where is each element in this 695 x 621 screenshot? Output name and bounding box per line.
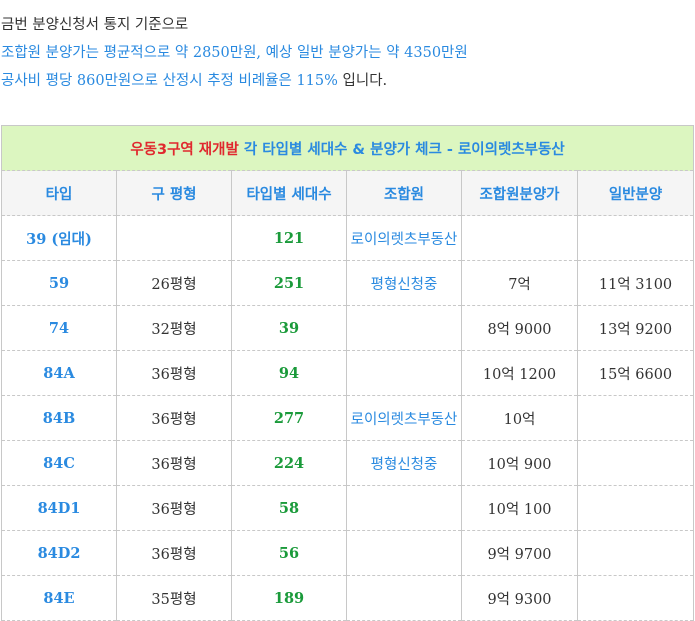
cell-type: 84D2 xyxy=(1,530,117,576)
cell-union xyxy=(346,575,462,621)
cell-union: 평형신청중 xyxy=(346,440,462,486)
cell-old-pyeong xyxy=(116,215,232,261)
cell-units: 189 xyxy=(231,575,347,621)
header-units: 타입별 세대수 xyxy=(231,170,347,216)
cell-units: 58 xyxy=(231,485,347,531)
cell-general-price xyxy=(576,440,695,486)
cell-units: 251 xyxy=(231,260,347,306)
table-header-row: 타입 구 평형 타입별 세대수 조합원 조합원분양가 일반분양 xyxy=(1,170,695,216)
cell-old-pyeong: 35평형 xyxy=(116,575,232,621)
cell-union xyxy=(346,305,462,351)
cell-union-price: 7억 xyxy=(461,260,578,306)
table-row: 84B 36평형 277 로이의렛츠부동산 10억 xyxy=(1,395,695,441)
cell-type: 84A xyxy=(1,350,117,396)
intro-line-3-main: 공사비 평당 860만원으로 산정시 추정 비례율은 115% xyxy=(1,73,338,89)
cell-units: 277 xyxy=(231,395,347,441)
cell-units: 94 xyxy=(231,350,347,396)
cell-union: 로이의렛츠부동산 xyxy=(346,395,462,441)
table-row: 84E 35평형 189 9억 9300 xyxy=(1,575,695,621)
cell-old-pyeong: 36평형 xyxy=(116,395,232,441)
cell-type: 84B xyxy=(1,395,117,441)
cell-union-price: 10억 900 xyxy=(461,440,578,486)
cell-general-price xyxy=(576,575,695,621)
header-union-price: 조합원분양가 xyxy=(461,170,578,216)
table-row: 84D2 36평형 56 9억 9700 xyxy=(1,530,695,576)
cell-union xyxy=(346,485,462,531)
table-title-district: 우동3구역 재개발 xyxy=(130,141,239,158)
cell-general-price xyxy=(576,485,695,531)
header-union: 조합원 xyxy=(346,170,462,216)
cell-units: 224 xyxy=(231,440,347,486)
table-row: 74 32평형 39 8억 9000 13억 9200 xyxy=(1,305,695,351)
intro-line-2: 조합원 분양가는 평균적으로 약 2850만원, 예상 일반 분양가는 약 43… xyxy=(1,45,468,61)
header-old-pyeong: 구 평형 xyxy=(116,170,232,216)
cell-old-pyeong: 36평형 xyxy=(116,530,232,576)
intro-line-3: 공사비 평당 860만원으로 산정시 추정 비례율은 115% 입니다. xyxy=(1,71,387,91)
cell-union-price: 10억 1200 xyxy=(461,350,578,396)
table-body: 39 (임대) 121 로이의렛츠부동산 59 26평형 251 평형신청중 7억 11억 31… xyxy=(1,215,695,621)
cell-union: 평형신청중 xyxy=(346,260,462,306)
cell-union-price: 10억 xyxy=(461,395,578,441)
cell-general-price xyxy=(576,395,695,441)
intro-line-1: 금번 분양신청서 통지 기준으로 xyxy=(1,17,189,33)
cell-old-pyeong: 32평형 xyxy=(116,305,232,351)
cell-old-pyeong: 36평형 xyxy=(116,485,232,531)
intro-line-3-tail: 입니다. xyxy=(337,73,388,89)
cell-union-price xyxy=(461,215,578,261)
header-general-price: 일반분양 xyxy=(576,170,695,216)
cell-union: 로이의렛츠부동산 xyxy=(346,215,462,261)
header-type: 타입 xyxy=(1,170,117,216)
cell-general-price: 15억 6600 xyxy=(576,350,695,396)
cell-general-price: 11억 3100 xyxy=(576,260,695,306)
cell-units: 39 xyxy=(231,305,347,351)
cell-union-price: 9억 9700 xyxy=(461,530,578,576)
cell-units: 121 xyxy=(231,215,347,261)
table-row: 84A 36평형 94 10억 1200 15억 6600 xyxy=(1,350,695,396)
cell-units: 56 xyxy=(231,530,347,576)
cell-type: 84C xyxy=(1,440,117,486)
cell-type: 74 xyxy=(1,305,117,351)
cell-old-pyeong: 36평형 xyxy=(116,440,232,486)
table-title: 우동3구역 재개발 각 타입별 세대수 & 분양가 체크 - 로이의렛츠부동산 xyxy=(0,125,695,171)
cell-old-pyeong: 36평형 xyxy=(116,350,232,396)
cell-general-price xyxy=(576,530,695,576)
cell-union-price: 10억 100 xyxy=(461,485,578,531)
table-row: 84D1 36평형 58 10억 100 xyxy=(1,485,695,531)
table-row: 59 26평형 251 평형신청중 7억 11억 3100 xyxy=(1,260,695,306)
table-row: 84C 36평형 224 평형신청중 10억 900 xyxy=(1,440,695,486)
table-title-row: 우동3구역 재개발 각 타입별 세대수 & 분양가 체크 - 로이의렛츠부동산 xyxy=(0,125,695,171)
cell-type: 84D1 xyxy=(1,485,117,531)
cell-union-price: 9억 9300 xyxy=(461,575,578,621)
cell-old-pyeong: 26평형 xyxy=(116,260,232,306)
cell-union xyxy=(346,530,462,576)
cell-type: 84E xyxy=(1,575,117,621)
cell-union xyxy=(346,350,462,396)
table-title-rest: 각 타입별 세대수 & 분양가 체크 - 로이의렛츠부동산 xyxy=(238,141,565,158)
cell-general-price xyxy=(576,215,695,261)
table-row: 39 (임대) 121 로이의렛츠부동산 xyxy=(1,215,695,261)
cell-union-price: 8억 9000 xyxy=(461,305,578,351)
price-table: 우동3구역 재개발 각 타입별 세대수 & 분양가 체크 - 로이의렛츠부동산 … xyxy=(0,125,695,621)
cell-type: 59 xyxy=(1,260,117,306)
cell-general-price: 13억 9200 xyxy=(576,305,695,351)
cell-type: 39 (임대) xyxy=(1,215,117,261)
